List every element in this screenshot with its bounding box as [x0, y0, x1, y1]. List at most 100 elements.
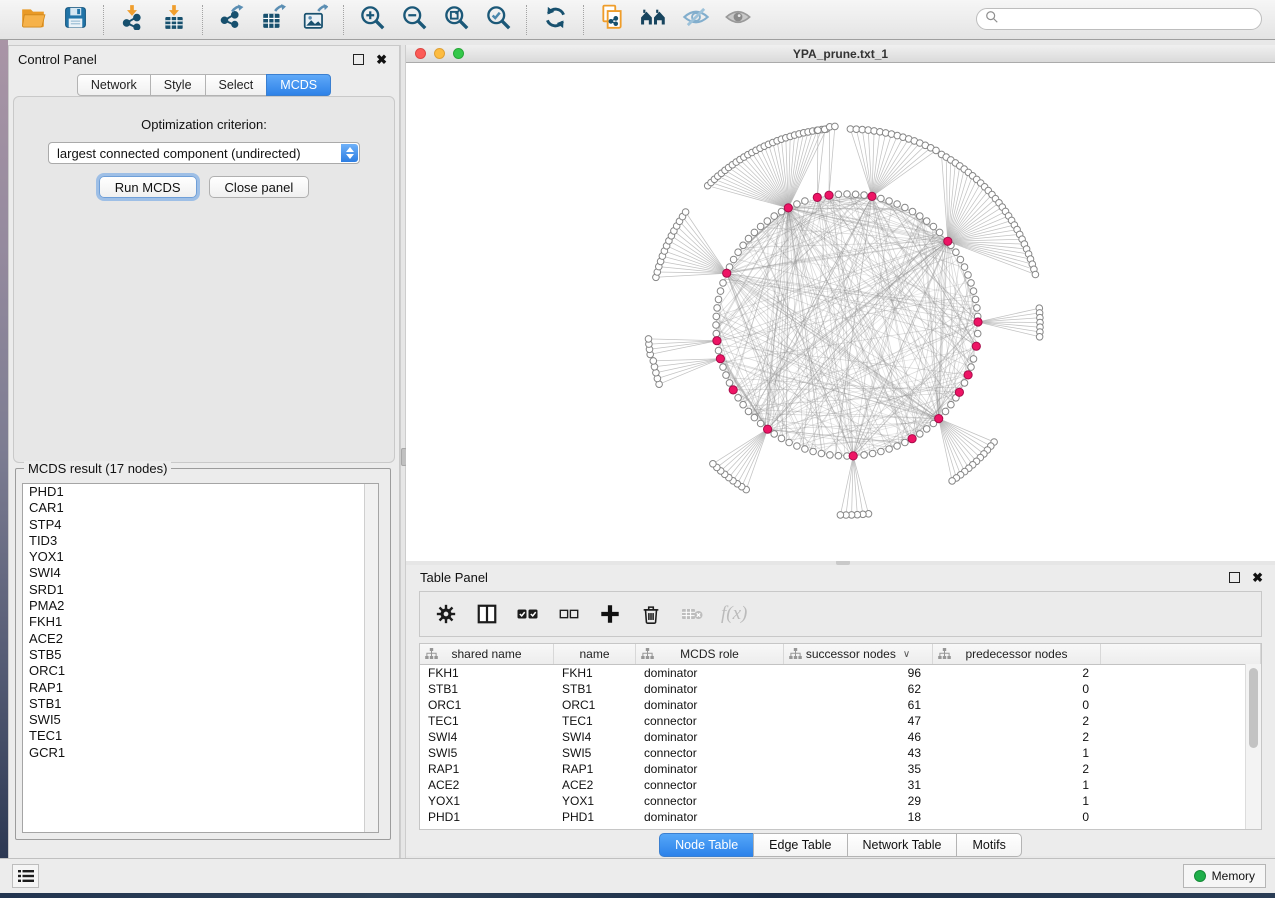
result-node-item[interactable]: PMA2	[23, 598, 378, 614]
tab-motifs[interactable]: Motifs	[956, 833, 1021, 857]
table-cell: 29	[784, 793, 933, 809]
table-cell: connector	[636, 745, 784, 761]
delete-column-icon[interactable]	[639, 602, 663, 626]
zoom-fit-button[interactable]	[435, 3, 477, 37]
zoom-in-button[interactable]	[351, 3, 393, 37]
open-file-button[interactable]	[12, 3, 54, 37]
table-scrollbar[interactable]	[1245, 664, 1261, 829]
result-node-item[interactable]: STB1	[23, 696, 378, 712]
result-node-item[interactable]: CAR1	[23, 500, 378, 516]
result-node-item[interactable]: TEC1	[23, 728, 378, 744]
show-all-button[interactable]	[717, 3, 759, 37]
table-row[interactable]: TEC1TEC1connector472	[420, 713, 1261, 729]
node-table[interactable]: shared namenameMCDS rolesuccessor nodes∨…	[419, 643, 1262, 830]
network-view-window: YPA_prune.txt_1	[406, 45, 1275, 560]
result-list-scrollbar[interactable]	[364, 484, 378, 832]
minimize-window-icon[interactable]	[434, 48, 445, 59]
clone-network-button[interactable]	[591, 3, 633, 37]
result-node-item[interactable]: ORC1	[23, 663, 378, 679]
import-table-button[interactable]	[153, 3, 195, 37]
zoom-selected-button[interactable]	[477, 3, 519, 37]
float-window-icon[interactable]	[353, 54, 364, 65]
network-graph-canvas[interactable]	[406, 63, 1275, 561]
tab-edge-table[interactable]: Edge Table	[753, 833, 847, 857]
export-table-button[interactable]	[252, 3, 294, 37]
column-header-successor-nodes[interactable]: successor nodes∨	[784, 644, 933, 664]
table-row[interactable]: YOX1YOX1connector291	[420, 793, 1261, 809]
table-row[interactable]: ORC1ORC1dominator610	[420, 697, 1261, 713]
mcds-tab-content: Optimization criterion: largest connecte…	[13, 96, 395, 463]
mcds-result-list[interactable]: PHD1CAR1STP4TID3YOX1SWI4SRD1PMA2FKH1ACE2…	[22, 483, 379, 833]
run-mcds-button[interactable]: Run MCDS	[99, 176, 197, 198]
result-node-item[interactable]: YOX1	[23, 549, 378, 565]
tab-select[interactable]: Select	[205, 74, 268, 96]
export-network-button[interactable]	[210, 3, 252, 37]
control-panel: Control Panel ✖ NetworkStyleSelectMCDS O…	[8, 45, 400, 860]
desktop-wallpaper-bottom	[0, 893, 1275, 898]
network-window-titlebar[interactable]: YPA_prune.txt_1	[406, 45, 1275, 63]
first-neighbors-button[interactable]	[633, 3, 675, 37]
tab-style[interactable]: Style	[150, 74, 206, 96]
result-node-item[interactable]: SWI4	[23, 565, 378, 581]
float-window-icon[interactable]	[1229, 572, 1240, 583]
export-image-button[interactable]	[294, 3, 336, 37]
zoom-in-icon	[359, 4, 386, 36]
tab-network[interactable]: Network	[77, 74, 151, 96]
settings-gear-icon[interactable]	[434, 602, 458, 626]
close-panel-icon[interactable]: ✖	[1252, 573, 1263, 582]
table-row[interactable]: ACE2ACE2connector311	[420, 777, 1261, 793]
table-cell: 96	[784, 665, 933, 681]
table-cell: 0	[933, 809, 1101, 825]
tab-mcds[interactable]: MCDS	[266, 74, 331, 96]
table-cell: FKH1	[420, 665, 554, 681]
column-header-mcds-role[interactable]: MCDS role	[636, 644, 784, 664]
table-row[interactable]: STB1STB1dominator620	[420, 681, 1261, 697]
result-node-item[interactable]: FKH1	[23, 614, 378, 630]
column-header-shared-name[interactable]: shared name	[420, 644, 554, 664]
eye-icon	[724, 3, 752, 36]
table-row[interactable]: PHD1PHD1dominator180	[420, 809, 1261, 825]
search-input[interactable]	[999, 11, 1243, 27]
close-window-icon[interactable]	[415, 48, 426, 59]
save-session-button[interactable]	[54, 3, 96, 37]
table-cell: 46	[784, 729, 933, 745]
table-cell: 2	[933, 665, 1101, 681]
search-box[interactable]	[976, 8, 1262, 30]
deselect-all-icon[interactable]	[557, 602, 581, 626]
show-columns-icon[interactable]	[475, 602, 499, 626]
table-row[interactable]: SWI5SWI5connector431	[420, 745, 1261, 761]
memory-button[interactable]: Memory	[1183, 864, 1266, 888]
criterion-select[interactable]: largest connected component (undirected)	[48, 142, 360, 164]
close-panel-button[interactable]: Close panel	[209, 176, 310, 198]
result-node-item[interactable]: SRD1	[23, 582, 378, 598]
result-node-item[interactable]: PHD1	[23, 484, 378, 500]
import-table-icon	[161, 4, 187, 35]
result-node-item[interactable]: STB5	[23, 647, 378, 663]
add-column-icon[interactable]	[598, 602, 622, 626]
hide-selected-button[interactable]	[675, 3, 717, 37]
maximize-window-icon[interactable]	[453, 48, 464, 59]
result-node-item[interactable]: ACE2	[23, 631, 378, 647]
table-cell: dominator	[636, 681, 784, 697]
table-row[interactable]: RAP1RAP1dominator352	[420, 761, 1261, 777]
table-row[interactable]: FKH1FKH1dominator962	[420, 665, 1261, 681]
result-node-item[interactable]: SWI5	[23, 712, 378, 728]
scrollbar-thumb[interactable]	[1249, 668, 1258, 748]
result-node-item[interactable]: RAP1	[23, 680, 378, 696]
result-node-item[interactable]: TID3	[23, 533, 378, 549]
tab-network-table[interactable]: Network Table	[847, 833, 958, 857]
table-cell: 1	[933, 777, 1101, 793]
column-header-predecessor-nodes[interactable]: predecessor nodes	[933, 644, 1101, 664]
result-node-item[interactable]: STP4	[23, 517, 378, 533]
task-history-button[interactable]	[12, 864, 39, 888]
apply-layout-button[interactable]	[534, 3, 576, 37]
close-panel-icon[interactable]: ✖	[376, 55, 387, 64]
column-header-name[interactable]: name	[554, 644, 636, 664]
toolbar-separator	[202, 5, 203, 35]
import-network-button[interactable]	[111, 3, 153, 37]
tab-node-table[interactable]: Node Table	[659, 833, 754, 857]
select-all-icon[interactable]	[516, 602, 540, 626]
table-row[interactable]: SWI4SWI4dominator462	[420, 729, 1261, 745]
zoom-out-button[interactable]	[393, 3, 435, 37]
result-node-item[interactable]: GCR1	[23, 745, 378, 761]
